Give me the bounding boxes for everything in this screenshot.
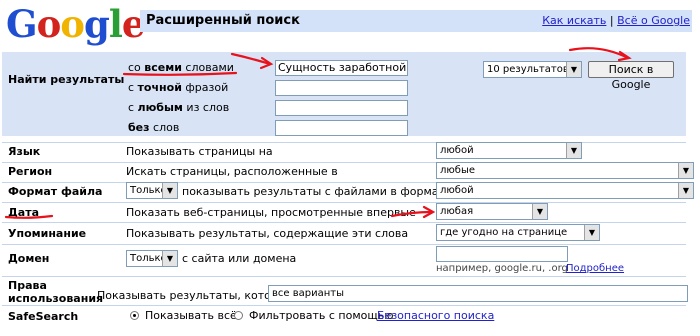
occurrence-select[interactable]: где угодно на странице ▼ bbox=[436, 224, 600, 241]
results-count-select[interactable]: 10 результатов ▼ bbox=[483, 61, 582, 78]
safe-search-link[interactable]: Безопасного поиска bbox=[377, 309, 494, 322]
usage-rights-label: Права использования bbox=[8, 279, 104, 305]
safesearch-filter-label: Фильтровать с помощью bbox=[249, 309, 394, 322]
language-label: Язык bbox=[8, 145, 41, 158]
header-links: Как искать | Всё о Google bbox=[542, 14, 690, 27]
chevron-down-icon: ▼ bbox=[678, 183, 693, 198]
domain-input[interactable] bbox=[436, 246, 568, 262]
safesearch-label: SafeSearch bbox=[8, 310, 79, 323]
arrow-head bbox=[422, 205, 436, 219]
file-format-select[interactable]: любой ▼ bbox=[436, 182, 694, 199]
safesearch-all-label: Показывать всё bbox=[145, 309, 237, 322]
exact-phrase-input[interactable] bbox=[275, 80, 408, 96]
chevron-down-icon: ▼ bbox=[162, 251, 177, 266]
row-divider bbox=[2, 276, 686, 277]
link-separator: | bbox=[609, 14, 614, 27]
safesearch-all-radio[interactable] bbox=[130, 311, 139, 320]
date-select[interactable]: любая ▼ bbox=[436, 203, 548, 220]
row-divider bbox=[2, 305, 686, 306]
region-label: Регион bbox=[8, 165, 53, 178]
all-words-label: со всеми словами bbox=[128, 61, 234, 74]
domain-hint: например, google.ru, .org bbox=[436, 263, 568, 274]
safesearch-filter-radio[interactable] bbox=[234, 311, 243, 320]
language-desc: Показывать страницы на bbox=[126, 145, 273, 158]
any-words-input[interactable] bbox=[275, 100, 408, 116]
without-words-input[interactable] bbox=[275, 120, 408, 136]
google-logo[interactable]: Google bbox=[6, 2, 145, 46]
search-button[interactable]: Поиск в Google bbox=[588, 61, 674, 91]
occurrence-desc: Показывать результаты, содержащие эти сл… bbox=[126, 227, 409, 240]
file-format-label: Формат файла bbox=[8, 185, 103, 198]
date-label: Дата bbox=[8, 206, 40, 219]
region-desc: Искать страницы, расположенные в bbox=[126, 165, 338, 178]
exact-phrase-label: с точной фразой bbox=[128, 81, 229, 94]
about-google-link[interactable]: Всё о Google bbox=[617, 14, 690, 27]
row-divider bbox=[2, 244, 686, 245]
chevron-down-icon: ▼ bbox=[678, 163, 693, 178]
chevron-down-icon: ▼ bbox=[532, 204, 547, 219]
row-divider bbox=[2, 202, 686, 203]
chevron-down-icon: ▼ bbox=[566, 143, 581, 158]
chevron-down-icon: ▼ bbox=[584, 225, 599, 240]
domain-mode-select[interactable]: Только ▼ bbox=[126, 250, 178, 267]
row-divider bbox=[2, 222, 686, 223]
without-words-label: без слов bbox=[128, 121, 180, 134]
usage-rights-select[interactable]: все варианты bbox=[268, 285, 688, 302]
domain-desc: с сайта или домена bbox=[182, 252, 297, 265]
row-divider bbox=[2, 142, 686, 143]
all-words-input[interactable]: Сущность заработной плат bbox=[275, 60, 408, 76]
domain-label: Домен bbox=[8, 252, 50, 265]
any-words-label: с любым из слов bbox=[128, 101, 230, 114]
more-link[interactable]: Подробнее bbox=[566, 263, 624, 274]
file-format-desc: показывать результаты с файлами в формат… bbox=[182, 185, 452, 198]
page-title: Расширенный поиск bbox=[146, 13, 300, 28]
region-select[interactable]: любые ▼ bbox=[436, 162, 694, 179]
file-format-mode-select[interactable]: Только ▼ bbox=[126, 182, 178, 199]
usage-rights-desc: Показывать результаты, которые bbox=[97, 289, 294, 302]
date-desc: Показать веб-страницы, просмотренные впе… bbox=[126, 206, 416, 219]
language-select[interactable]: любой ▼ bbox=[436, 142, 582, 159]
how-to-search-link[interactable]: Как искать bbox=[542, 14, 606, 27]
find-results-label: Найти результаты bbox=[8, 73, 125, 86]
chevron-down-icon: ▼ bbox=[566, 62, 581, 77]
chevron-down-icon: ▼ bbox=[162, 183, 177, 198]
occurrence-label: Упоминание bbox=[8, 227, 87, 240]
